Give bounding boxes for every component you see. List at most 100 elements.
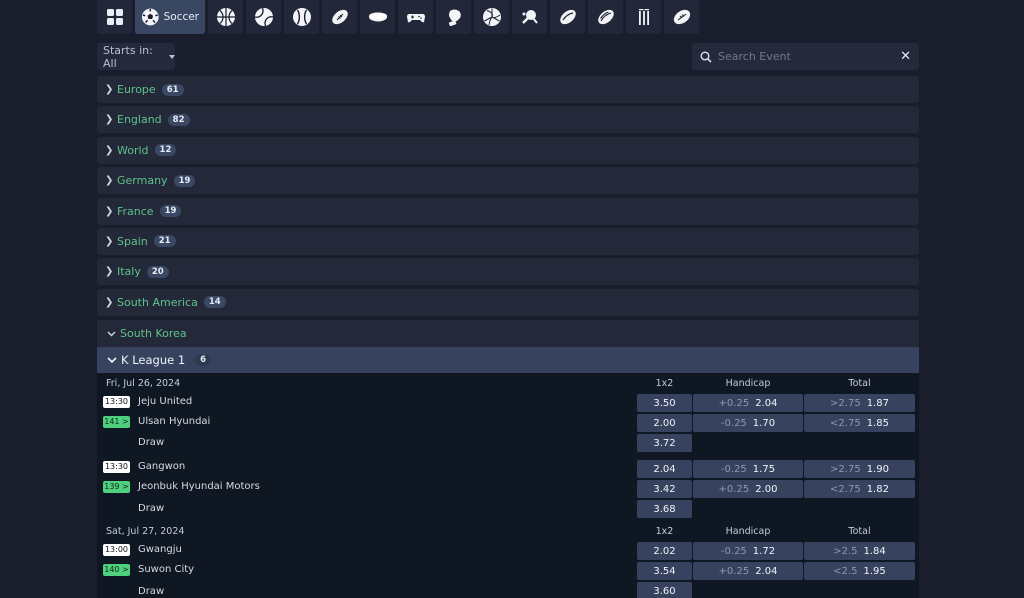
boxing-glove-icon [448,9,461,27]
handicap-button-away[interactable]: +0.25 2.00 [693,480,803,498]
tab-cricket[interactable] [626,0,661,34]
handicap-button-away[interactable]: -0.25 1.70 [693,414,803,432]
odd-value: 2.04 [755,397,778,409]
date-label: Fri, Jul 26, 2024 [106,378,181,389]
hockey-puck-icon [368,12,387,22]
search-icon [700,50,712,63]
odd-button-home[interactable]: 3.50 [637,394,692,412]
league-count-badge: 6 [195,354,212,366]
category-italy[interactable]: ❯ Italy 20 [97,258,919,286]
handicap-line: -0.25 [720,463,747,475]
clear-search-icon[interactable]: ✕ [900,49,911,64]
category-spain[interactable]: ❯ Spain 21 [97,227,919,255]
tab-boxing[interactable] [436,0,471,34]
starts-in-filter-dropdown[interactable]: Starts in: All [97,43,175,70]
odd-value: 1.90 [866,463,889,475]
handicap-line: +0.25 [718,397,750,409]
odd-button-draw[interactable]: 3.60 [637,582,692,598]
tab-american-football[interactable] [322,0,357,34]
odd-button-home[interactable]: 2.02 [637,542,692,560]
odd-button-away[interactable]: 2.00 [637,414,692,432]
search-input[interactable] [718,50,901,63]
handicap-button-home[interactable]: -0.25 1.75 [693,460,803,478]
total-line: >2.75 [830,463,861,475]
handicap-button-home[interactable]: +0.25 2.04 [693,394,803,412]
rugby-league-icon [559,9,576,25]
category-europe[interactable]: ❯ Europe 61 [97,76,919,103]
tab-ice-hockey[interactable] [360,0,395,34]
chevron-right-icon: ❯ [105,84,114,95]
category-count-badge: 12 [154,144,177,157]
match-home-row: 13:30 Jeju United [97,394,627,412]
column-header-total: Total [848,526,871,537]
category-name: Europe [117,83,156,96]
baseball-icon [292,8,311,26]
category-germany[interactable]: ❯ Germany 19 [97,167,919,195]
total-under-button[interactable]: <2.75 1.85 [804,414,915,432]
odd-value: 2.04 [653,463,676,475]
handicap-button-away[interactable]: +0.25 2.04 [693,562,803,580]
total-over-button[interactable]: >2.5 1.84 [804,542,915,560]
odd-button-away[interactable]: 3.42 [637,480,692,498]
category-name: South America [117,295,198,309]
chevron-right-icon: ❯ [105,205,114,217]
total-over-button[interactable]: >2.75 1.90 [804,460,915,478]
column-header-total: Total [848,378,871,389]
handicap-line: +0.25 [718,483,750,495]
league-k-league-1[interactable]: K League 1 6 [97,347,919,373]
more-markets-button[interactable]: 141 > [103,416,130,428]
kickoff-time-badge: 13:00 [103,544,130,556]
total-under-button[interactable]: <2.75 1.82 [804,480,915,498]
tab-table-tennis[interactable] [512,0,547,34]
home-team-name[interactable]: Gwangju [138,544,182,555]
handicap-button-home[interactable]: -0.25 1.72 [693,542,803,560]
category-count-badge: 61 [161,83,184,96]
league-name: K League 1 [121,353,186,367]
table-tennis-icon [521,10,538,24]
category-name: World [117,143,149,157]
odd-value: 2.04 [755,565,778,577]
tab-aussie-rules[interactable] [664,0,699,34]
odd-value: 1.72 [752,545,776,557]
away-team-name[interactable]: Ulsan Hyundai [138,416,210,427]
odd-button-home[interactable]: 2.04 [637,460,692,478]
more-markets-button[interactable]: 139 > [103,481,130,493]
odd-value: 2.02 [653,545,676,557]
tab-rugby-league[interactable] [550,0,585,34]
away-team-name[interactable]: Suwon City [138,564,194,575]
tab-soccer[interactable]: Soccer [135,0,205,34]
odd-value: 3.54 [653,565,676,577]
american-football-icon [331,9,348,25]
category-south-america[interactable]: ❯ South America 14 [97,288,919,316]
away-team-name[interactable]: Jeonbuk Hyundai Motors [138,481,260,492]
odd-button-draw[interactable]: 3.72 [637,434,692,452]
more-markets-button[interactable]: 140 > [103,564,130,576]
odd-value: 1.82 [866,483,889,495]
odd-button-draw[interactable]: 3.68 [637,500,692,518]
tab-volleyball[interactable] [474,0,509,34]
tab-rugby-union[interactable] [588,0,623,34]
draw-label: Draw [138,586,165,597]
category-england[interactable]: ❯ England 82 [97,106,919,134]
tab-baseball[interactable] [284,0,319,34]
odd-value: 1.87 [866,397,889,409]
odd-value: 3.50 [653,397,676,409]
odd-button-away[interactable]: 3.54 [637,562,692,580]
odd-value: 1.70 [752,417,776,429]
draw-label: Draw [138,503,165,514]
tab-tennis[interactable] [246,0,281,34]
total-over-button[interactable]: >2.75 1.87 [804,394,915,412]
tab-all-sports[interactable] [97,0,132,34]
total-under-button[interactable]: <2.5 1.95 [804,562,915,580]
tab-esports[interactable] [398,0,433,34]
odd-value: 3.60 [653,585,676,597]
chevron-right-icon: ❯ [105,235,114,247]
column-header-handicap: Handicap [725,526,771,537]
category-world[interactable]: ❯ World 12 [97,136,919,164]
home-team-name[interactable]: Gangwon [138,461,185,472]
tab-basketball[interactable] [208,0,243,34]
category-france[interactable]: ❯ France 19 [97,197,919,225]
category-south-korea[interactable]: South Korea [97,320,919,347]
home-team-name[interactable]: Jeju United [138,396,192,407]
category-count-badge: 19 [173,174,196,187]
